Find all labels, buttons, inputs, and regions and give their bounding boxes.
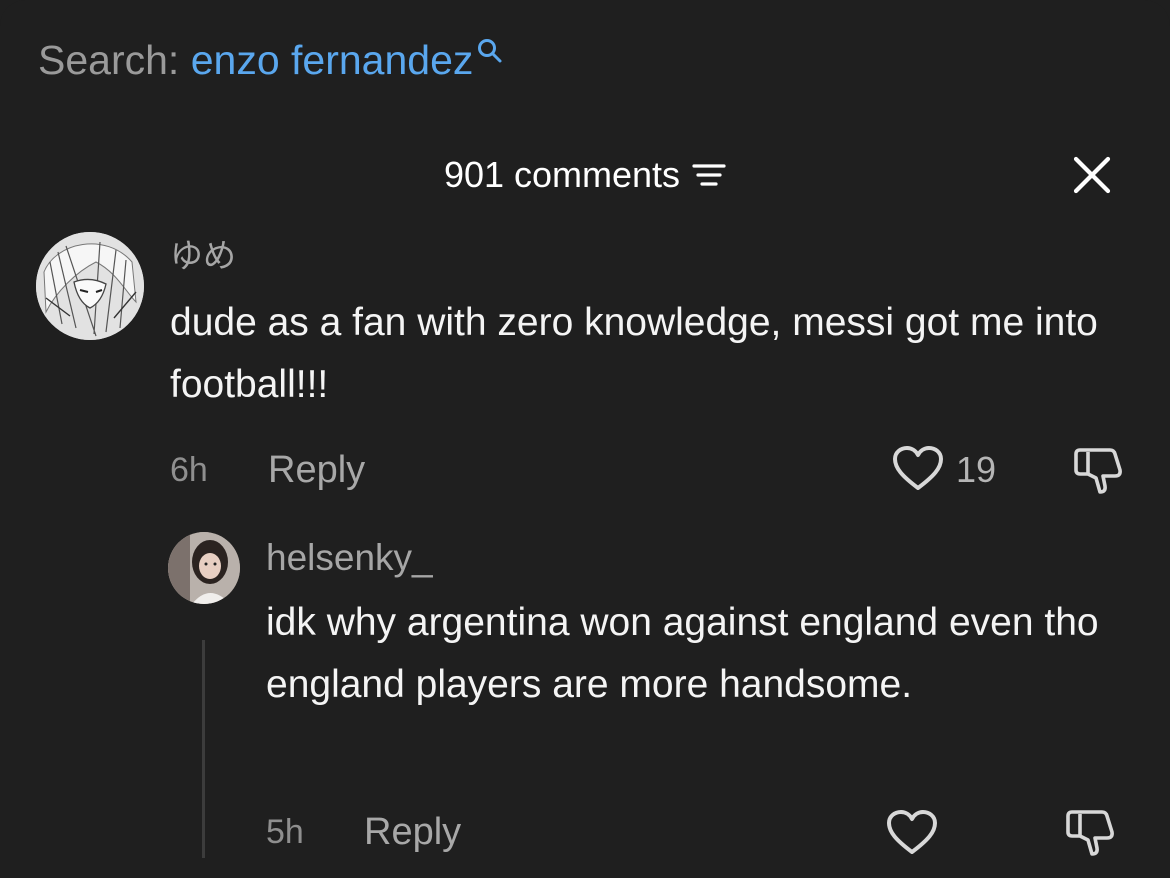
comment-time: 6h [170, 451, 208, 489]
comment-username[interactable]: ゆめ [170, 236, 236, 276]
reply-button[interactable]: Reply [364, 810, 461, 854]
avatar-photo [168, 532, 240, 604]
heart-icon[interactable] [886, 810, 938, 856]
avatar[interactable] [36, 232, 144, 340]
search-query-link[interactable]: enzo fernandez [191, 37, 474, 83]
avatar[interactable] [168, 532, 240, 604]
comment-text: dude as a fan with zero knowledge, messi… [170, 301, 1098, 406]
dislike-icon[interactable] [1064, 806, 1116, 858]
avatar-illustration [36, 232, 144, 340]
reply-username[interactable]: helsenky_ [266, 536, 433, 580]
reply-time: 5h [266, 813, 304, 851]
like-count: 19 [956, 449, 997, 490]
search-suggestion[interactable]: Search: enzo fernandez [38, 34, 505, 86]
search-prefix: Search: [38, 37, 180, 83]
reply-text: idk why argentina won against england ev… [266, 601, 1099, 706]
heart-icon[interactable] [892, 446, 944, 492]
close-icon[interactable] [1070, 153, 1114, 197]
search-icon[interactable] [475, 36, 505, 66]
comments-header: 901 comments [0, 150, 1170, 200]
sort-icon[interactable] [692, 160, 726, 190]
comments-panel: Search: enzo fernandez 901 comments ゆめ d… [0, 0, 1170, 878]
dislike-icon[interactable] [1072, 444, 1124, 496]
reply-button[interactable]: Reply [268, 448, 365, 492]
comments-count: 901 comments [443, 154, 681, 195]
thread-line [202, 640, 205, 858]
